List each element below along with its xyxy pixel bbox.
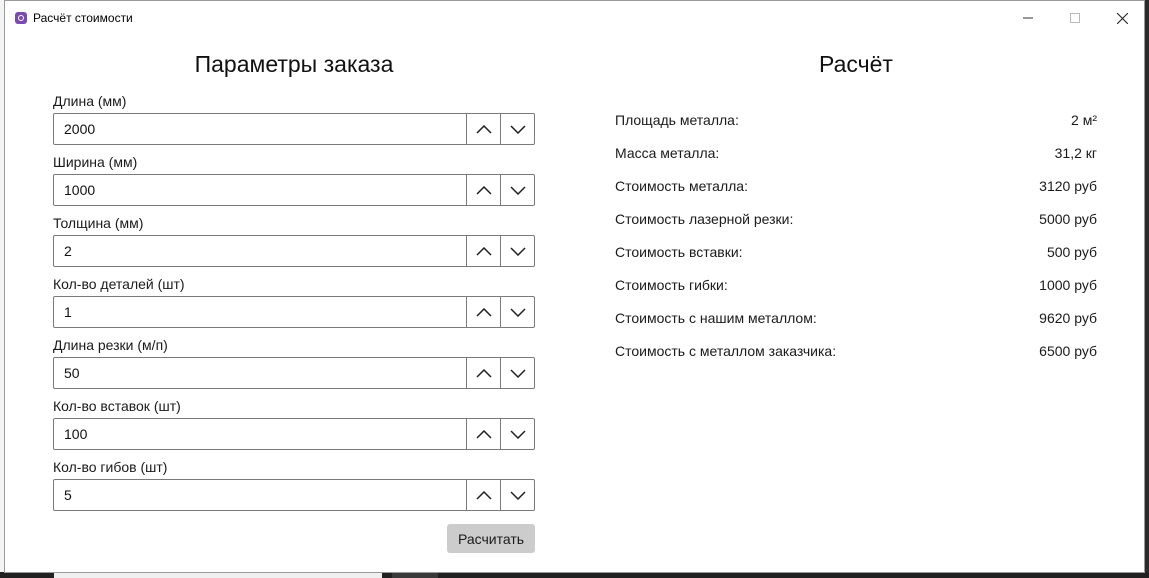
bends-count-spinbox[interactable]: 5 bbox=[53, 479, 535, 511]
width-input[interactable]: 1000 bbox=[64, 182, 95, 198]
close-button[interactable] bbox=[1099, 1, 1145, 35]
result-label: Стоимость гибки: bbox=[615, 277, 728, 293]
title-bar[interactable]: Расчёт стоимости bbox=[5, 1, 1144, 35]
chevron-down-icon bbox=[509, 307, 526, 317]
chevron-down-icon bbox=[509, 124, 526, 134]
result-value: 3120 руб bbox=[1039, 178, 1097, 194]
result-label: Стоимость металла: bbox=[615, 178, 748, 194]
cut-length-decrement-button[interactable] bbox=[500, 358, 534, 388]
chevron-down-icon bbox=[509, 246, 526, 256]
result-value: 2 м² bbox=[1071, 112, 1097, 128]
chevron-down-icon bbox=[509, 368, 526, 378]
result-value: 500 руб bbox=[1046, 244, 1097, 260]
chevron-up-icon bbox=[475, 185, 492, 195]
width-label: Ширина (мм) bbox=[53, 154, 138, 170]
width-increment-button[interactable] bbox=[466, 175, 500, 205]
result-label: Стоимость вставки: bbox=[615, 244, 743, 260]
window-title: Расчёт стоимости bbox=[33, 11, 133, 25]
bends-count-label: Кол-во гибов (шт) bbox=[53, 459, 168, 475]
result-row: Стоимость лазерной резки: 5000 руб bbox=[615, 211, 1097, 231]
result-row: Стоимость с металлом заказчика: 6500 руб bbox=[615, 343, 1097, 363]
minimize-icon bbox=[1023, 17, 1033, 19]
chevron-up-icon bbox=[475, 124, 492, 134]
result-row: Масса металла: 31,2 кг bbox=[615, 145, 1097, 165]
params-heading: Параметры заказа bbox=[194, 51, 394, 77]
length-decrement-button[interactable] bbox=[500, 114, 534, 144]
result-label: Стоимость лазерной резки: bbox=[615, 211, 794, 227]
width-decrement-button[interactable] bbox=[500, 175, 534, 205]
cut-length-increment-button[interactable] bbox=[466, 358, 500, 388]
chevron-up-icon bbox=[475, 490, 492, 500]
result-value: 9620 руб bbox=[1039, 310, 1097, 326]
result-value: 31,2 кг bbox=[1054, 145, 1097, 161]
maximize-button[interactable] bbox=[1052, 1, 1098, 35]
thickness-decrement-button[interactable] bbox=[500, 236, 534, 266]
parts-count-spinbox[interactable]: 1 bbox=[53, 296, 535, 328]
result-row: Площадь металла: 2 м² bbox=[615, 112, 1097, 132]
calculate-button[interactable]: Расчитать bbox=[447, 524, 535, 553]
inserts-count-increment-button[interactable] bbox=[466, 419, 500, 449]
chevron-down-icon bbox=[509, 185, 526, 195]
result-label: Стоимость с нашим металлом: bbox=[615, 310, 817, 326]
result-value: 1000 руб bbox=[1039, 277, 1097, 293]
desktop-background-right bbox=[1145, 0, 1149, 578]
close-icon bbox=[1116, 12, 1128, 24]
chevron-up-icon bbox=[475, 429, 492, 439]
chevron-up-icon bbox=[475, 307, 492, 317]
inserts-count-spinbox[interactable]: 100 bbox=[53, 418, 535, 450]
thickness-increment-button[interactable] bbox=[466, 236, 500, 266]
thickness-input[interactable]: 2 bbox=[64, 243, 72, 259]
cut-length-label: Длина резки (м/п) bbox=[53, 337, 168, 353]
length-label: Длина (мм) bbox=[53, 93, 127, 109]
result-value: 6500 руб bbox=[1039, 343, 1097, 359]
bends-count-input[interactable]: 5 bbox=[64, 487, 72, 503]
result-row: Стоимость гибки: 1000 руб bbox=[615, 277, 1097, 297]
chevron-down-icon bbox=[509, 429, 526, 439]
cut-length-spinbox[interactable]: 50 bbox=[53, 357, 535, 389]
bends-count-decrement-button[interactable] bbox=[500, 480, 534, 510]
result-value: 5000 руб bbox=[1039, 211, 1097, 227]
result-label: Площадь металла: bbox=[615, 112, 739, 128]
parts-count-decrement-button[interactable] bbox=[500, 297, 534, 327]
app-icon bbox=[15, 12, 27, 24]
minimize-button[interactable] bbox=[1005, 1, 1051, 35]
inserts-count-input[interactable]: 100 bbox=[64, 426, 87, 442]
inserts-count-decrement-button[interactable] bbox=[500, 419, 534, 449]
parts-count-label: Кол-во деталей (шт) bbox=[53, 276, 185, 292]
result-row: Стоимость металла: 3120 руб bbox=[615, 178, 1097, 198]
width-spinbox[interactable]: 1000 bbox=[53, 174, 535, 206]
thickness-spinbox[interactable]: 2 bbox=[53, 235, 535, 267]
length-input[interactable]: 2000 bbox=[64, 121, 95, 137]
parts-count-increment-button[interactable] bbox=[466, 297, 500, 327]
result-row: Стоимость вставки: 500 руб bbox=[615, 244, 1097, 264]
chevron-down-icon bbox=[509, 490, 526, 500]
thickness-label: Толщина (мм) bbox=[53, 215, 144, 231]
result-label: Масса металла: bbox=[615, 145, 720, 161]
result-row: Стоимость с нашим металлом: 9620 руб bbox=[615, 310, 1097, 330]
inserts-count-label: Кол-во вставок (шт) bbox=[53, 398, 181, 414]
result-label: Стоимость с металлом заказчика: bbox=[615, 343, 837, 359]
app-window: Расчёт стоимости Параметры заказа Расчёт… bbox=[4, 0, 1145, 573]
chevron-up-icon bbox=[475, 368, 492, 378]
bends-count-increment-button[interactable] bbox=[466, 480, 500, 510]
cut-length-input[interactable]: 50 bbox=[64, 365, 80, 381]
results-heading: Расчёт bbox=[819, 51, 893, 77]
maximize-icon bbox=[1070, 13, 1080, 23]
chevron-up-icon bbox=[475, 246, 492, 256]
length-spinbox[interactable]: 2000 bbox=[53, 113, 535, 145]
parts-count-input[interactable]: 1 bbox=[64, 304, 72, 320]
length-increment-button[interactable] bbox=[466, 114, 500, 144]
